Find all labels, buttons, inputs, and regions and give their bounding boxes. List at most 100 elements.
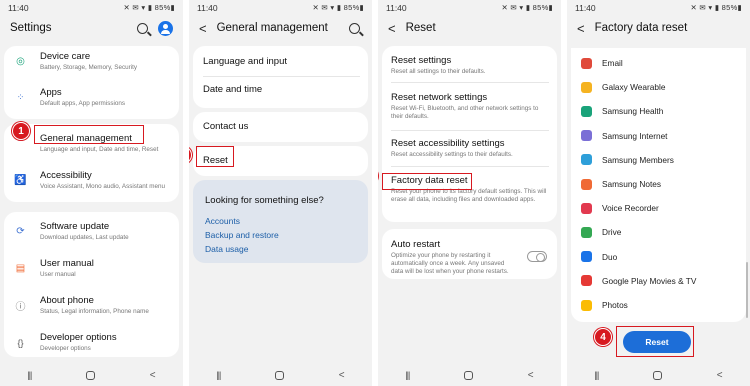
item-title: Developer options — [40, 332, 117, 343]
menu-item-date-time[interactable]: Date and time — [203, 84, 368, 95]
scrollbar[interactable] — [746, 262, 748, 318]
reset-options-card: Reset settings Reset all settings to the… — [382, 46, 557, 222]
link-data-usage[interactable]: Data usage — [205, 244, 248, 254]
item-subtitle: Reset Wi-Fi, Bluetooth, and other networ… — [391, 105, 539, 120]
auto-restart-card: Auto restart Optimize your phone by rest… — [382, 229, 557, 279]
home-icon[interactable] — [275, 370, 285, 380]
auto-restart-toggle[interactable] — [527, 251, 547, 262]
settings-item-software-update[interactable]: ⟳ Software update Download updates, Last… — [4, 221, 179, 251]
status-bar: 11:40 ✕ ✉ ▾ ▮ 85%▮ — [567, 0, 750, 15]
settings-card-3: ⟳ Software update Download updates, Last… — [4, 212, 179, 357]
item-subtitle: Reset your phone to its factory default … — [391, 188, 547, 203]
status-icons: ✕ ✉ ▾ ▮ 85%▮ — [312, 3, 364, 12]
highlight-box — [382, 173, 472, 190]
app-icon — [581, 130, 592, 142]
app-icon — [581, 275, 592, 287]
settings-item-user-manual[interactable]: ▤ User manual User manual — [4, 258, 179, 288]
back-nav-icon[interactable]: < — [150, 370, 156, 381]
app-list-item: Samsung Notes — [581, 174, 740, 194]
item-subtitle: Download updates, Last update — [40, 234, 129, 241]
divider — [391, 130, 549, 131]
software-update-icon: ⟳ — [16, 226, 25, 237]
status-time: 11:40 — [197, 3, 218, 13]
status-bar: 11:40 ✕ ✉ ▾ ▮ 85%▮ — [378, 0, 561, 15]
app-name: Samsung Members — [602, 154, 674, 165]
home-icon[interactable] — [464, 370, 474, 380]
recent-apps-icon[interactable]: ||| — [405, 370, 410, 380]
status-bar: 11:40 ✕ ✉ ▾ ▮ 85%▮ — [0, 0, 183, 15]
menu-item-contact-us[interactable]: Contact us — [203, 121, 368, 132]
item-title: Reset settings — [391, 55, 452, 66]
highlight-box — [34, 125, 144, 144]
back-arrow-icon[interactable]: < — [577, 21, 585, 36]
app-icon — [581, 226, 592, 238]
step-callout: 2 — [189, 146, 192, 164]
app-name: Google Play Movies & TV — [602, 275, 697, 286]
app-list-item: Photos — [581, 295, 740, 315]
status-icons: ✕ ✉ ▾ ▮ 85%▮ — [501, 3, 553, 12]
settings-item-about-phone[interactable]: ⓘ About phone Status, Legal information,… — [4, 295, 179, 325]
status-time: 11:40 — [386, 3, 407, 13]
page-title: General management — [216, 22, 328, 34]
settings-item-device-care[interactable]: ◎ Device care Battery, Storage, Memory, … — [4, 51, 179, 81]
app-list-item: Email — [581, 53, 740, 73]
app-list-item: Voice Recorder — [581, 198, 740, 218]
settings-item-accessibility[interactable]: ♿ Accessibility Voice Assistant, Mono au… — [4, 168, 179, 202]
reset-settings-item[interactable]: Reset settings Reset all settings to the… — [391, 55, 551, 76]
divider — [203, 76, 360, 77]
recent-apps-icon[interactable]: ||| — [27, 370, 32, 380]
back-nav-icon[interactable]: < — [717, 370, 723, 381]
menu-item-language[interactable]: Language and input — [203, 56, 368, 67]
back-nav-icon[interactable]: < — [339, 370, 345, 381]
search-icon[interactable] — [137, 22, 148, 34]
account-icon[interactable] — [158, 20, 173, 36]
app-name: Samsung Internet — [602, 130, 668, 141]
home-icon[interactable] — [86, 370, 96, 380]
app-list-item: Galaxy Wearable — [581, 77, 740, 97]
item-subtitle: Status, Legal information, Phone name — [40, 308, 149, 315]
menu-card-1: Language and input Date and time — [193, 46, 368, 108]
info-icon: ⓘ — [15, 302, 26, 313]
recent-apps-icon[interactable]: ||| — [216, 370, 221, 380]
app-icon — [581, 154, 592, 166]
reset-button[interactable]: Reset — [623, 331, 691, 353]
app-list-item: Duo — [581, 247, 740, 267]
auto-restart-item[interactable]: Auto restart Optimize your phone by rest… — [391, 239, 517, 276]
settings-screen: 11:40 ✕ ✉ ▾ ▮ 85%▮ Settings ◎ Device car… — [0, 0, 183, 386]
app-bar: < Reset — [378, 16, 561, 40]
app-list-item: Drive — [581, 222, 740, 242]
reset-accessibility-item[interactable]: Reset accessibility settings Reset acces… — [391, 138, 551, 159]
item-subtitle: Reset all settings to their defaults. — [391, 68, 486, 75]
back-arrow-icon[interactable]: < — [388, 21, 396, 36]
home-icon[interactable] — [653, 370, 663, 380]
app-name: Photos — [602, 300, 628, 310]
item-title: Software update — [40, 221, 110, 232]
search-icon[interactable] — [349, 22, 360, 34]
page-title: Reset — [405, 22, 436, 34]
back-nav-icon[interactable]: < — [528, 370, 534, 381]
item-title: Apps — [40, 87, 62, 98]
divider — [391, 166, 549, 167]
nav-bar: ||| < — [567, 364, 750, 386]
settings-item-developer-options[interactable]: {} Developer options Developer options — [4, 332, 179, 362]
app-list-item: Samsung Health — [581, 101, 740, 121]
app-list-item: Samsung Internet — [581, 126, 740, 146]
app-icon — [581, 251, 592, 263]
app-icon — [581, 178, 592, 190]
recent-apps-icon[interactable]: ||| — [594, 370, 599, 380]
app-list-item: Google Play Movies & TV — [581, 271, 740, 291]
item-subtitle: User manual — [40, 271, 76, 278]
settings-item-apps[interactable]: ⁘ Apps Default apps, App permissions — [4, 87, 179, 117]
step-callout: 4 — [594, 328, 612, 346]
back-arrow-icon[interactable]: < — [199, 21, 207, 36]
divider — [391, 82, 549, 83]
accessibility-icon: ♿ — [14, 175, 27, 186]
status-bar: 11:40 ✕ ✉ ▾ ▮ 85%▮ — [189, 0, 372, 15]
developer-options-icon: {} — [17, 337, 24, 348]
link-accounts[interactable]: Accounts — [205, 216, 240, 226]
item-title: User manual — [40, 258, 94, 269]
link-backup-restore[interactable]: Backup and restore — [205, 230, 279, 240]
reset-network-item[interactable]: Reset network settings Reset Wi-Fi, Blue… — [391, 92, 551, 121]
app-name: Email — [602, 58, 623, 68]
item-title: Reset network settings — [391, 92, 488, 103]
